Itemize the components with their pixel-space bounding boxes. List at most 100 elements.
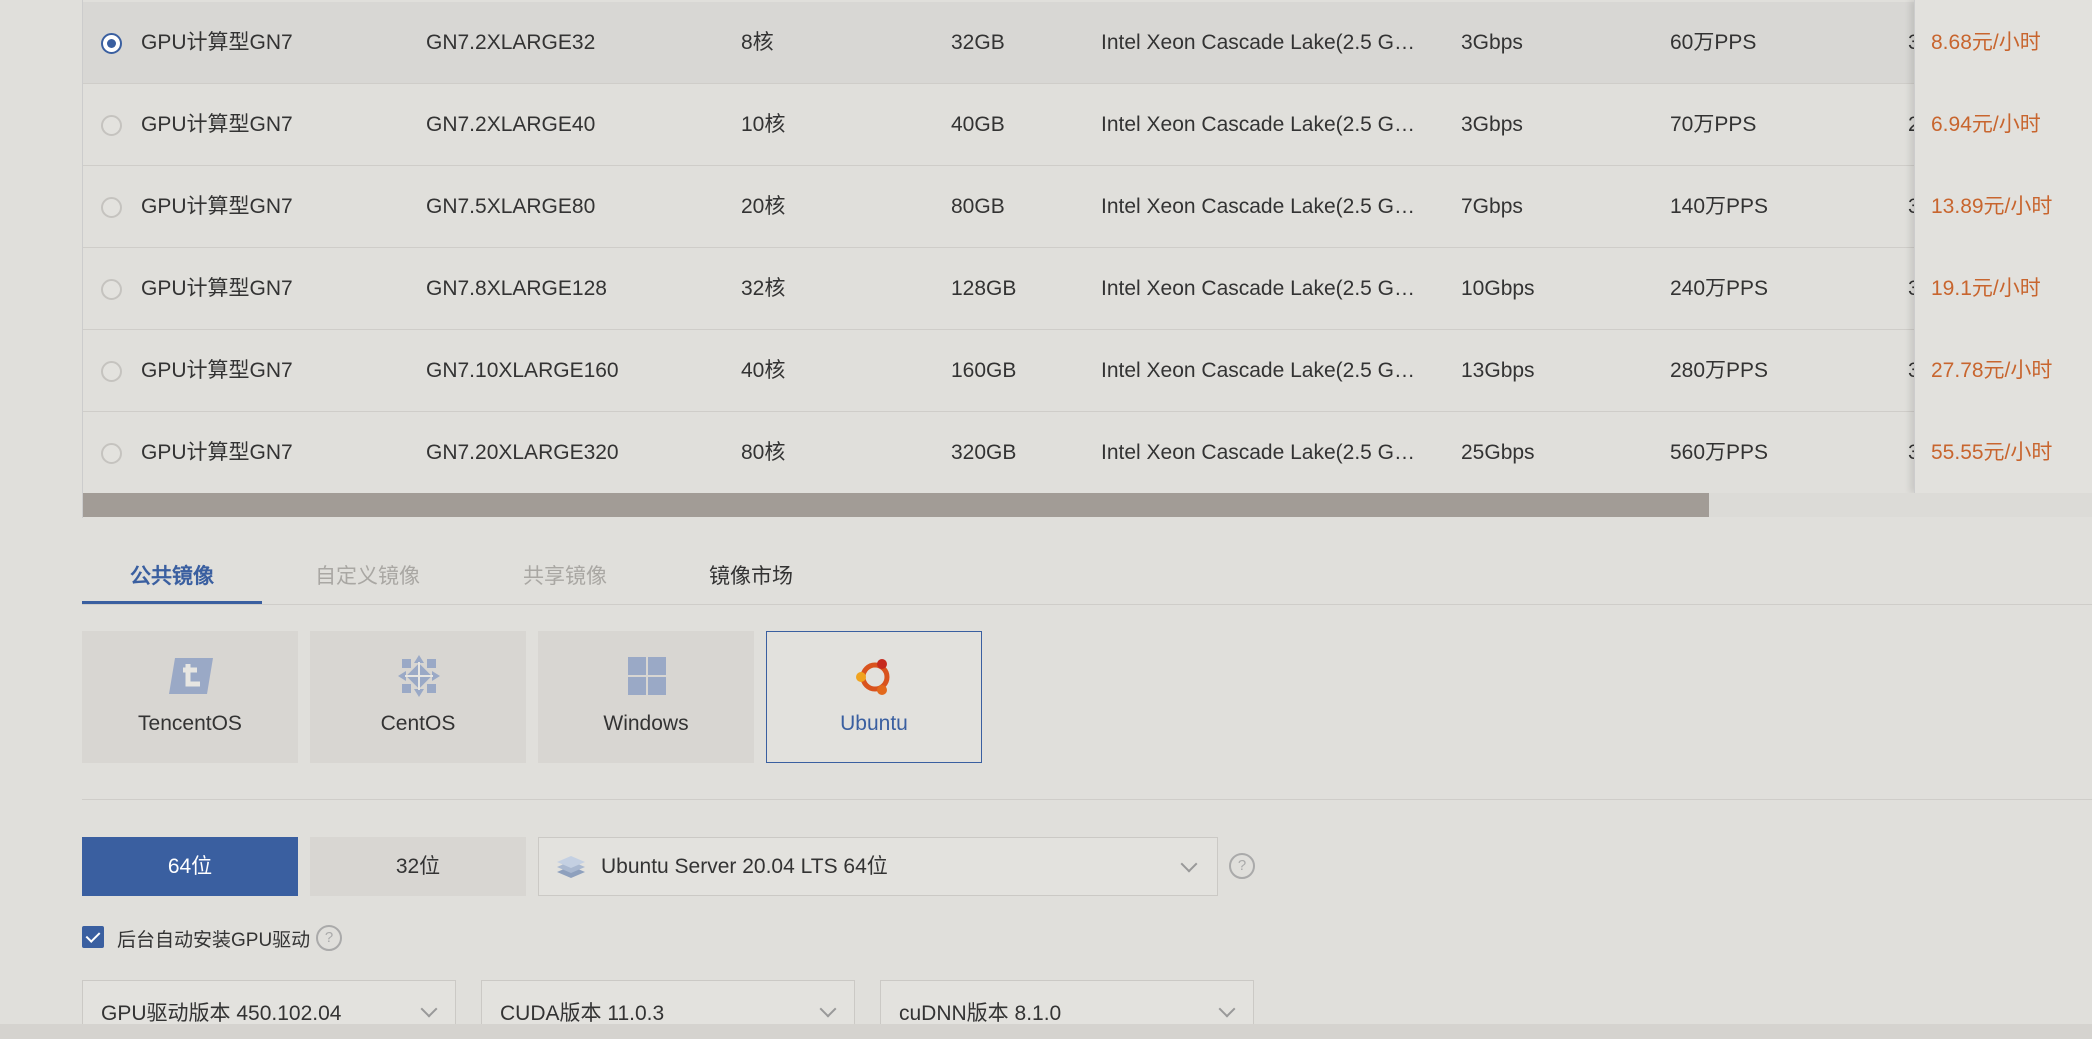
instance-pps: 70万PPS xyxy=(1670,113,1757,136)
os-card-ubuntu[interactable]: Ubuntu xyxy=(766,631,982,763)
instance-spec: GN7.8XLARGE128 xyxy=(426,277,607,300)
horizontal-scrollbar[interactable] xyxy=(83,493,2092,517)
tab-image-market[interactable]: 镜像市场 xyxy=(709,560,793,590)
section-divider xyxy=(82,799,2092,800)
instance-memory: 160GB xyxy=(951,359,1017,382)
instance-spec: GN7.2XLARGE40 xyxy=(426,113,596,136)
instance-pps: 240万PPS xyxy=(1670,277,1769,300)
table-row[interactable]: GPU计算型GN7 GN7.10XLARGE160 40核 160GB Inte… xyxy=(83,330,2092,412)
os-card-windows[interactable]: Windows xyxy=(538,631,754,763)
bit32-button[interactable]: 32位 xyxy=(310,837,526,896)
image-stack-icon xyxy=(557,856,585,878)
instance-pps: 560万PPS xyxy=(1670,441,1769,464)
table-row[interactable]: GPU计算型GN7 GN7.20XLARGE320 80核 320GB Inte… xyxy=(83,412,2092,494)
instance-pps: 280万PPS xyxy=(1670,359,1769,382)
instance-memory: 40GB xyxy=(951,113,1005,136)
chevron-down-icon xyxy=(1180,855,1198,873)
tab-custom-image[interactable]: 自定义镜像 xyxy=(315,560,420,590)
table-row[interactable]: GPU计算型GN7 GN7.2XLARGE40 10核 40GB Intel X… xyxy=(83,84,2092,166)
instance-processor: Intel Xeon Cascade Lake(2.5 G… xyxy=(1101,441,1416,464)
instance-memory: 128GB xyxy=(951,277,1017,300)
image-tabs: 公共镜像 自定义镜像 共享镜像 镜像市场 xyxy=(82,548,2092,605)
instance-type: GPU计算型GN7 xyxy=(141,31,293,54)
help-icon[interactable]: ? xyxy=(316,925,342,951)
instance-memory: 32GB xyxy=(951,31,1005,54)
table-row[interactable]: GPU计算型GN7 GN7.8XLARGE128 32核 128GB Intel… xyxy=(83,248,2092,330)
instance-bandwidth: 3Gbps xyxy=(1461,31,1523,54)
instance-price: 19.1元/小时 xyxy=(1931,277,2041,300)
chevron-down-icon xyxy=(420,1000,438,1018)
instance-cpu: 80核 xyxy=(741,441,786,464)
instance-bandwidth: 3Gbps xyxy=(1461,113,1523,136)
instance-price: 8.68元/小时 xyxy=(1931,31,2041,54)
instance-memory: 80GB xyxy=(951,195,1005,218)
radio-button[interactable] xyxy=(101,197,122,218)
gpu-driver-version: GPU驱动版本 450.102.04 xyxy=(101,1002,342,1025)
instance-price: 6.94元/小时 xyxy=(1931,113,2041,136)
bottom-bar xyxy=(0,1024,2092,1039)
os-card-centos[interactable]: CentOS xyxy=(310,631,526,763)
os-label: Windows xyxy=(603,712,689,735)
radio-button[interactable] xyxy=(101,115,122,136)
instance-processor: Intel Xeon Cascade Lake(2.5 G… xyxy=(1101,277,1416,300)
instance-spec: GN7.5XLARGE80 xyxy=(426,195,596,218)
instance-bandwidth: 13Gbps xyxy=(1461,359,1535,382)
ubuntu-icon xyxy=(856,659,890,695)
radio-button[interactable] xyxy=(101,443,122,464)
instance-type: GPU计算型GN7 xyxy=(141,113,293,136)
instance-table: GPU计算型GN7 GN7.2XLARGE32 8核 32GB Intel Xe… xyxy=(82,0,2092,518)
os-label: TencentOS xyxy=(138,712,242,735)
instance-cpu: 10核 xyxy=(741,113,786,136)
instance-type: GPU计算型GN7 xyxy=(141,441,293,464)
instance-cpu: 20核 xyxy=(741,195,786,218)
table-row[interactable]: GPU计算型GN7 GN7.2XLARGE32 8核 32GB Intel Xe… xyxy=(83,2,2092,84)
instance-price: 27.78元/小时 xyxy=(1931,359,2053,382)
instance-type: GPU计算型GN7 xyxy=(141,359,293,382)
tencentos-icon xyxy=(169,658,213,694)
instance-pps: 140万PPS xyxy=(1670,195,1769,218)
instance-processor: Intel Xeon Cascade Lake(2.5 G… xyxy=(1101,359,1416,382)
radio-button[interactable] xyxy=(101,33,122,54)
cuda-version: CUDA版本 11.0.3 xyxy=(500,1002,665,1025)
instance-cpu: 40核 xyxy=(741,359,786,382)
gpu-driver-label: 后台自动安装GPU驱动 xyxy=(117,930,311,951)
os-card-tencentos[interactable]: TencentOS xyxy=(82,631,298,763)
tab-shared-image[interactable]: 共享镜像 xyxy=(523,560,607,590)
radio-button[interactable] xyxy=(101,279,122,300)
instance-spec: GN7.2XLARGE32 xyxy=(426,31,596,54)
instance-processor: Intel Xeon Cascade Lake(2.5 G… xyxy=(1101,31,1416,54)
active-tab-indicator xyxy=(82,601,262,604)
chevron-down-icon xyxy=(819,1000,837,1018)
instance-type: GPU计算型GN7 xyxy=(141,195,293,218)
help-icon[interactable]: ? xyxy=(1229,853,1255,879)
bit64-button[interactable]: 64位 xyxy=(82,837,298,896)
os-version-value: Ubuntu Server 20.04 LTS 64位 xyxy=(601,855,888,878)
scrollbar-thumb[interactable] xyxy=(83,493,1709,517)
price-column: 8.68元/小时 6.94元/小时 13.89元/小时 19.1元/小时 27.… xyxy=(1914,0,2092,493)
instance-price: 13.89元/小时 xyxy=(1931,195,2053,218)
instance-type: GPU计算型GN7 xyxy=(141,277,293,300)
instance-bandwidth: 7Gbps xyxy=(1461,195,1523,218)
gpu-driver-checkbox[interactable] xyxy=(82,926,104,948)
instance-spec: GN7.10XLARGE160 xyxy=(426,359,619,382)
instance-cpu: 32核 xyxy=(741,277,786,300)
instance-cpu: 8核 xyxy=(741,31,774,54)
centos-icon xyxy=(398,655,440,697)
instance-processor: Intel Xeon Cascade Lake(2.5 G… xyxy=(1101,113,1416,136)
instance-pps: 60万PPS xyxy=(1670,31,1757,54)
instance-bandwidth: 25Gbps xyxy=(1461,441,1535,464)
chevron-down-icon xyxy=(1218,1000,1236,1018)
instance-price: 55.55元/小时 xyxy=(1931,441,2053,464)
cudnn-version: cuDNN版本 8.1.0 xyxy=(899,1002,1062,1025)
table-row[interactable]: GPU计算型GN7 GN7.5XLARGE80 20核 80GB Intel X… xyxy=(83,166,2092,248)
os-label: Ubuntu xyxy=(840,712,908,735)
os-label: CentOS xyxy=(380,712,456,735)
instance-memory: 320GB xyxy=(951,441,1017,464)
windows-icon xyxy=(628,657,666,695)
tab-public-image[interactable]: 公共镜像 xyxy=(130,560,214,590)
instance-bandwidth: 10Gbps xyxy=(1461,277,1535,300)
os-version-select[interactable]: Ubuntu Server 20.04 LTS 64位 xyxy=(538,837,1218,896)
instance-spec: GN7.20XLARGE320 xyxy=(426,441,619,464)
radio-button[interactable] xyxy=(101,361,122,382)
instance-processor: Intel Xeon Cascade Lake(2.5 G… xyxy=(1101,195,1416,218)
